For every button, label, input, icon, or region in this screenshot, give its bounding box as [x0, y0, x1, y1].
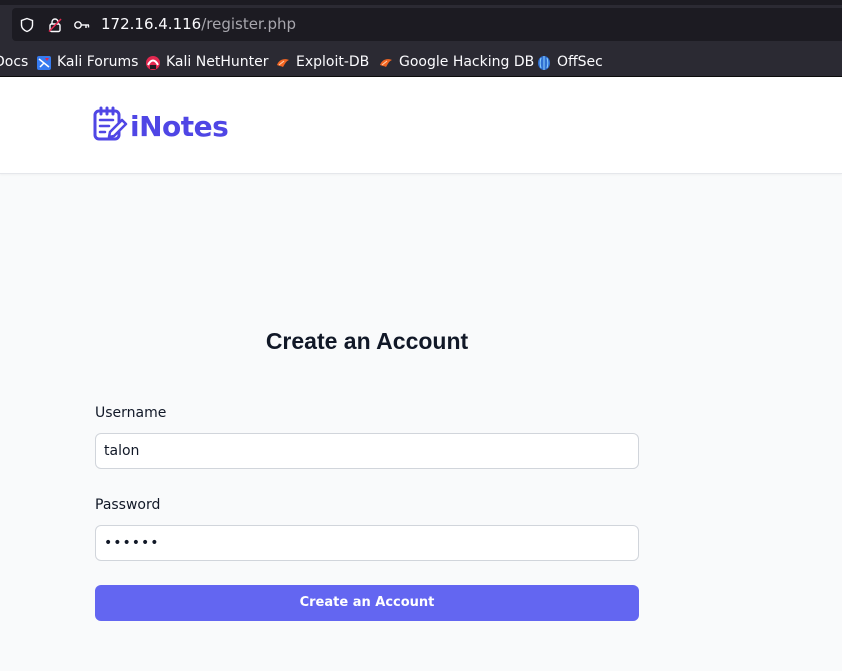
offsec-icon: [536, 54, 552, 70]
kali-forums-icon: [36, 54, 52, 70]
site-header: iNotes: [0, 77, 842, 174]
key-icon[interactable]: [72, 15, 92, 35]
bookmark-label: Google Hacking DB: [399, 54, 535, 70]
url-path: /register.php: [201, 15, 297, 33]
bookmark-label: Exploit-DB: [296, 54, 370, 70]
bookmark-docs[interactable]: Docs: [0, 48, 28, 76]
notepad-pencil-icon: [92, 106, 128, 146]
kali-nethunter-icon: [145, 54, 161, 70]
page-title: Create an Account: [265, 328, 469, 354]
toolbar-top-edge: [0, 0, 842, 5]
bookmark-kali-forums[interactable]: Kali Forums: [36, 48, 138, 76]
bookmark-label: OffSec: [557, 54, 603, 70]
bookmark-offsec[interactable]: OffSec: [536, 48, 603, 76]
bookmark-label: Kali Forums: [57, 54, 139, 70]
bookmarks-toolbar: Docs Kali Forums Kali NetHunter Exploit-…: [0, 48, 842, 77]
bookmark-kali-nethunter[interactable]: Kali NetHunter: [145, 48, 268, 76]
bookmark-google-hacking-db[interactable]: Google Hacking DB: [378, 48, 534, 76]
bookmark-label: Kali NetHunter: [166, 54, 269, 70]
username-label: Username: [95, 405, 167, 421]
username-input[interactable]: talon: [95, 433, 639, 469]
bookmark-label: Docs: [0, 54, 29, 70]
url-text[interactable]: 172.16.4.116/register.php: [101, 8, 296, 41]
google-hacking-db-icon: [378, 54, 394, 70]
url-host: 172.16.4.116: [101, 15, 202, 33]
bookmark-exploit-db[interactable]: Exploit-DB: [275, 48, 369, 76]
password-label: Password: [95, 497, 161, 513]
shield-icon[interactable]: [17, 15, 37, 35]
logo[interactable]: iNotes: [92, 106, 229, 146]
password-input[interactable]: ••••••: [95, 525, 639, 561]
insecure-lock-icon[interactable]: [45, 15, 65, 35]
logo-text: iNotes: [130, 109, 229, 143]
create-account-button[interactable]: Create an Account: [95, 585, 639, 621]
browser-toolbar: 172.16.4.116/register.php: [0, 0, 842, 48]
exploit-db-icon: [275, 54, 291, 70]
